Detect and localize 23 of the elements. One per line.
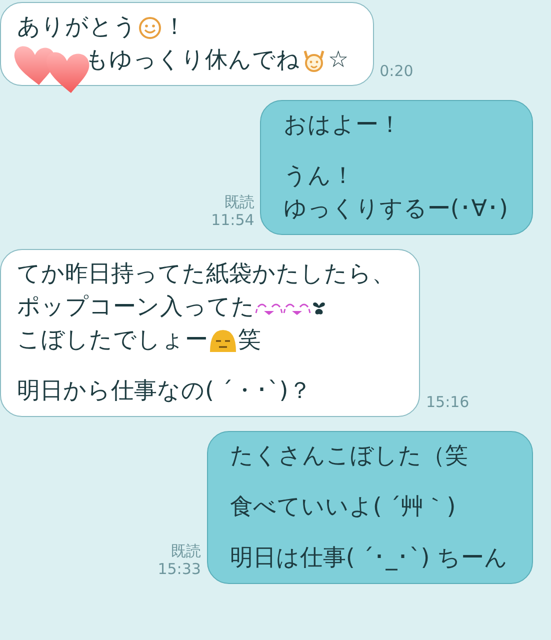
message-text: ありがとう: [17, 13, 137, 42]
message-time: 15:16: [426, 393, 470, 411]
message-time: 15:33: [158, 560, 201, 578]
message-text: ☆: [328, 46, 349, 75]
smiley-icon: [138, 16, 162, 40]
message-text: もゆっくり休んでね: [85, 46, 300, 75]
message-time: 11:54: [211, 211, 254, 229]
message-text: おはよー！: [283, 111, 402, 140]
message-text: たくさんこぼした（笑: [230, 442, 468, 471]
message-text: ゆっくりするー(･∀･): [283, 195, 508, 224]
message-text: ！: [163, 13, 186, 42]
message-text: てか昨日持ってた紙袋かたしたら、: [17, 260, 395, 289]
message-text: 笑: [238, 326, 261, 355]
message-text: 明日は仕事( ´･_･`) ちーん: [230, 544, 508, 573]
read-receipt: 既読: [224, 193, 254, 211]
message-text: うん！: [283, 162, 354, 191]
message-text: 食べていいよ( ´艸｀): [230, 493, 456, 522]
read-receipt: 既読: [170, 542, 201, 560]
expressionless-face-icon: [208, 328, 238, 354]
message-time: 0:20: [380, 62, 414, 80]
message-text: 明日から仕事なの( ´・･`)？: [17, 377, 312, 406]
message-text: ポップコーン入ってた: [17, 293, 255, 322]
message-text: こぼしたでしょー: [17, 326, 208, 355]
